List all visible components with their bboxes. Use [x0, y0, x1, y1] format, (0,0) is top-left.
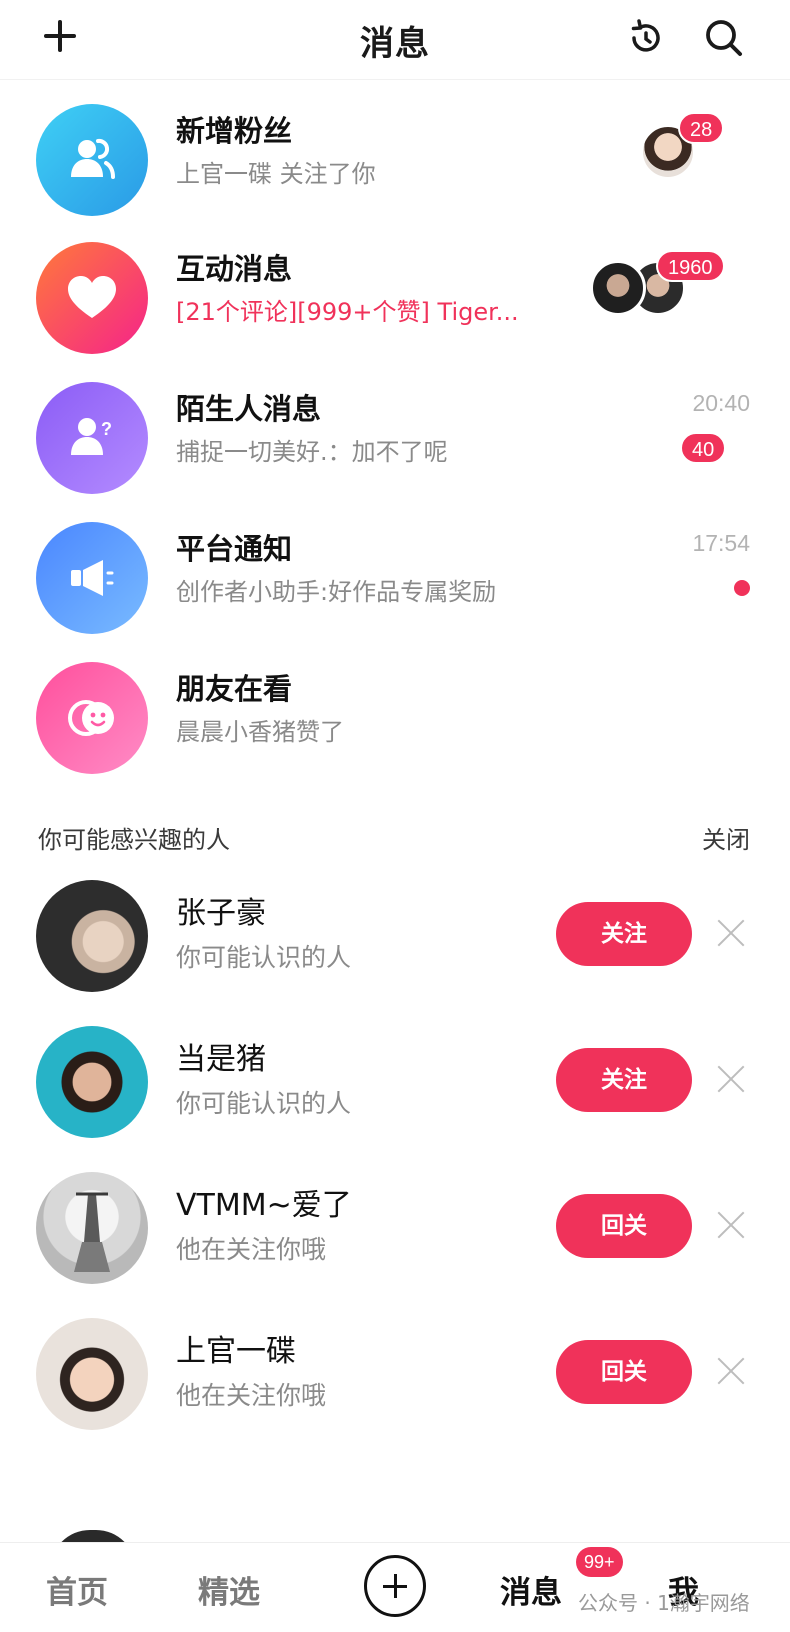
avatar — [36, 1026, 148, 1138]
message-time: 20:40 — [692, 390, 750, 416]
top-bar: 消息 — [0, 0, 790, 80]
search-icon[interactable] — [702, 16, 746, 60]
person-name: VTMM~爱了 — [176, 1188, 352, 1223]
close-icon[interactable] — [716, 918, 746, 948]
message-subtitle: 晨晨小香猪赞了 — [176, 718, 344, 746]
users-icon — [36, 104, 148, 216]
close-icon[interactable] — [716, 1064, 746, 1094]
message-time: 17:54 — [692, 530, 750, 556]
follow-button[interactable]: 关注 — [556, 1048, 692, 1112]
follow-back-button[interactable]: 回关 — [556, 1340, 692, 1404]
heart-icon — [36, 242, 148, 354]
person-name: 张子豪 — [176, 896, 266, 931]
avatar — [590, 260, 646, 316]
message-title: 朋友在看 — [176, 672, 293, 706]
person-name: 当是猪 — [176, 1042, 266, 1077]
watermark: 公众号 · 1瀚宇网络 — [578, 1591, 750, 1615]
add-post-icon[interactable] — [364, 1555, 426, 1617]
message-row-strangers[interactable]: ? 陌生人消息 捕捉一切美好.：加不了呢 20:40 40 — [0, 360, 790, 500]
message-row-platform-notice[interactable]: 平台通知 创作者小助手:好作品专属奖励 17:54 — [0, 500, 790, 640]
messages-badge: 99+ — [576, 1547, 623, 1577]
close-suggestions-button[interactable]: 关闭 — [702, 820, 750, 855]
smile-icon — [36, 662, 148, 774]
nav-featured[interactable]: 精选 — [198, 1567, 260, 1612]
suggest-heading: 你可能感兴趣的人 — [38, 826, 230, 854]
avatar — [36, 880, 148, 992]
person-description: 他在关注你哦 — [176, 1381, 327, 1410]
message-subtitle: 创作者小助手:好作品专属奖励 — [176, 578, 497, 606]
person-description: 你可能认识的人 — [176, 1089, 352, 1118]
count-badge: 40 — [680, 432, 727, 464]
bottom-nav: 首页 精选 消息 99+ 我 公众号 · 1瀚宇网络 — [0, 1542, 790, 1632]
count-badge: 1960 — [656, 250, 725, 282]
message-row-interactions[interactable]: 互动消息 [21个评论][999+个赞] Tiger... 1960 — [0, 220, 790, 360]
close-icon[interactable] — [716, 1210, 746, 1240]
message-title: 平台通知 — [176, 532, 293, 566]
nav-messages[interactable]: 消息 — [500, 1567, 562, 1612]
follow-button[interactable]: 关注 — [556, 902, 692, 966]
avatar — [36, 1172, 148, 1284]
megaphone-icon — [36, 522, 148, 634]
follow-back-button[interactable]: 回关 — [556, 1194, 692, 1258]
message-row-new-fans[interactable]: 新增粉丝 上官一碟 关注了你 28 — [0, 82, 790, 222]
stranger-icon: ? — [36, 382, 148, 494]
person-name: 上官一碟 — [176, 1334, 296, 1369]
page-title: 消息 — [360, 24, 430, 64]
avatar — [36, 1318, 148, 1430]
suggested-person-row[interactable]: 当是猪 你可能认识的人 关注 — [0, 1026, 790, 1176]
message-subtitle: [21个评论][999+个赞] Tiger... — [176, 298, 519, 326]
message-title: 陌生人消息 — [176, 392, 322, 426]
history-icon[interactable] — [624, 16, 668, 60]
count-badge: 28 — [678, 112, 725, 144]
message-subtitle: 上官一碟 关注了你 — [176, 160, 376, 188]
message-title: 新增粉丝 — [176, 114, 293, 148]
person-description: 你可能认识的人 — [176, 943, 352, 972]
message-subtitle: 捕捉一切美好.：加不了呢 — [176, 438, 448, 466]
suggested-person-row[interactable]: VTMM~爱了 他在关注你哦 回关 — [0, 1172, 790, 1322]
svg-text:?: ? — [101, 419, 112, 439]
suggested-person-row[interactable]: 上官一碟 他在关注你哦 回关 — [0, 1318, 790, 1468]
message-row-friends-watching[interactable]: 朋友在看 晨晨小香猪赞了 — [0, 640, 790, 780]
unread-dot — [734, 580, 750, 596]
nav-home[interactable]: 首页 — [46, 1567, 108, 1612]
message-title: 互动消息 — [176, 252, 293, 286]
person-description: 他在关注你哦 — [176, 1235, 327, 1264]
suggested-person-row[interactable]: 张子豪 你可能认识的人 关注 — [0, 880, 790, 1030]
close-icon[interactable] — [716, 1356, 746, 1386]
